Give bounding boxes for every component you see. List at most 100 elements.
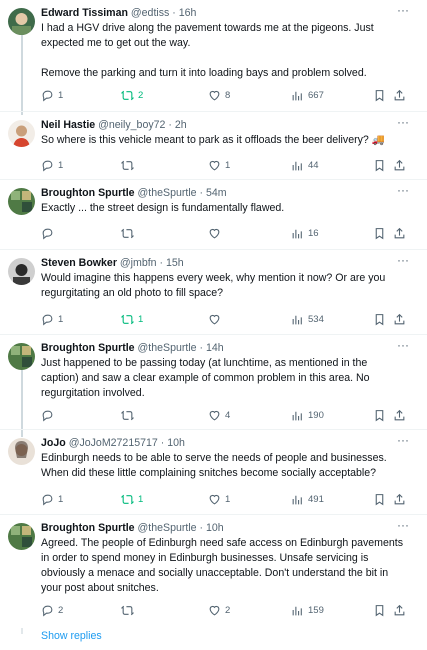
avatar[interactable] [8,188,35,215]
like-button[interactable]: 4 [208,408,230,422]
more-icon[interactable]: ··· [397,519,409,531]
tweet-paragraph: I had a HGV drive along the pavement tow… [41,22,374,49]
views-button[interactable]: 190 [291,408,324,422]
like-count: 4 [225,409,231,421]
share-button[interactable] [393,603,406,617]
views-button[interactable]: 491 [291,492,324,506]
tweet[interactable]: Steven Bowker @jmbfn · 15h ··· Would ima… [0,250,427,335]
like-icon [209,90,220,100]
timestamp[interactable]: · 10h [200,522,224,534]
share-button[interactable] [393,226,406,240]
reply-button[interactable]: 2 [41,603,63,617]
tweet[interactable]: Broughton Spurtle @theSpurtle · 10h ··· … [0,515,427,625]
retweet-button[interactable]: 1 [121,312,143,326]
action-bar: 16 [41,226,409,240]
share-button[interactable] [393,312,406,326]
author-name[interactable]: Broughton Spurtle [41,522,135,534]
more-icon[interactable]: ··· [397,184,409,196]
timestamp[interactable]: · 2h [168,119,186,131]
like-button[interactable] [208,226,225,240]
show-replies-link[interactable]: Show replies [41,630,102,642]
author-handle[interactable]: @edtiss [131,7,169,19]
avatar[interactable] [8,258,35,285]
avatar[interactable] [8,438,35,465]
like-icon [209,314,220,324]
views-icon [292,315,302,324]
tweet[interactable]: Edward Tissiman @edtiss · 16h ··· I had … [0,0,427,112]
like-count: 8 [225,89,231,101]
author-name[interactable]: Broughton Spurtle [41,187,135,199]
like-button[interactable]: 1 [208,158,230,172]
retweet-button[interactable] [121,603,138,617]
bookmark-icon [375,159,384,171]
timestamp[interactable]: · 16h [172,7,196,19]
avatar[interactable] [8,120,35,147]
tweet[interactable]: JoJo @JoJoM27215717 · 10h ··· Edinburgh … [0,430,427,515]
author-handle[interactable]: @jmbfn [120,257,157,269]
author-name[interactable]: Steven Bowker [41,257,117,269]
bookmark-button[interactable] [373,158,386,172]
more-icon[interactable]: ··· [397,434,409,446]
timestamp[interactable]: · 15h [160,257,184,269]
tweet-text: Would imagine this happens every week, w… [41,271,407,301]
tweet[interactable]: Broughton Spurtle @theSpurtle · 54m ··· … [0,180,427,250]
bookmark-button[interactable] [373,88,386,102]
views-button[interactable]: 44 [291,158,319,172]
like-button[interactable] [208,312,225,326]
more-icon[interactable]: ··· [397,254,409,266]
retweet-button[interactable] [121,226,138,240]
action-bar: 1 1 44 [41,158,409,172]
views-icon [292,606,302,615]
retweet-button[interactable] [121,408,138,422]
reply-button[interactable] [41,226,58,240]
timestamp[interactable]: · 54m [200,187,227,199]
author-handle[interactable]: @theSpurtle [138,187,197,199]
more-icon[interactable]: ··· [397,116,409,128]
avatar[interactable] [8,8,35,35]
more-icon[interactable]: ··· [397,4,409,16]
share-button[interactable] [393,492,406,506]
bookmark-button[interactable] [373,492,386,506]
timestamp[interactable]: · 14h [200,342,224,354]
views-button[interactable]: 534 [291,312,324,326]
author-handle[interactable]: @theSpurtle [138,522,197,534]
author-handle[interactable]: @JoJoM27215717 [69,437,158,449]
tweet[interactable]: Neil Hastie @neily_boy72 · 2h ··· So whe… [0,112,427,180]
author-name[interactable]: Neil Hastie [41,119,95,131]
author-name[interactable]: Edward Tissiman [41,7,128,19]
share-button[interactable] [393,408,406,422]
share-button[interactable] [393,88,406,102]
author-name[interactable]: JoJo [41,437,66,449]
reply-button[interactable] [41,408,58,422]
reply-button[interactable]: 1 [41,492,63,506]
retweet-button[interactable]: 1 [121,492,143,506]
bookmark-button[interactable] [373,312,386,326]
timestamp[interactable]: · 10h [161,437,185,449]
more-icon[interactable]: ··· [397,339,409,351]
views-icon [292,229,302,238]
reply-button[interactable]: 1 [41,88,63,102]
reply-count: 2 [58,604,64,616]
avatar[interactable] [8,343,35,370]
share-button[interactable] [393,158,406,172]
author-handle[interactable]: @theSpurtle [138,342,197,354]
reply-button[interactable]: 1 [41,312,63,326]
author-name[interactable]: Broughton Spurtle [41,342,135,354]
views-button[interactable]: 667 [291,88,324,102]
views-button[interactable]: 159 [291,603,324,617]
like-button[interactable]: 1 [208,492,230,506]
retweet-button[interactable] [121,158,138,172]
retweet-button[interactable]: 2 [121,88,143,102]
avatar[interactable] [8,523,35,550]
reply-button[interactable]: 1 [41,158,63,172]
tweet[interactable]: Broughton Spurtle @theSpurtle · 14h ··· … [0,335,427,430]
retweet-icon [121,410,134,420]
like-button[interactable]: 2 [208,603,230,617]
like-button[interactable]: 8 [208,88,230,102]
bookmark-button[interactable] [373,226,386,240]
like-icon [209,160,220,170]
views-button[interactable]: 16 [291,226,319,240]
bookmark-button[interactable] [373,603,386,617]
author-handle[interactable]: @neily_boy72 [98,119,165,131]
bookmark-button[interactable] [373,408,386,422]
